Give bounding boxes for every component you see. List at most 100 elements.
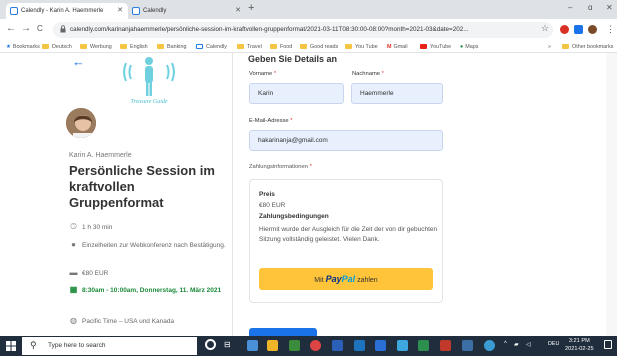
- bookmark-maps[interactable]: ● Maps: [460, 42, 478, 52]
- search-icon: ⚲: [30, 340, 37, 350]
- email-label: E-Mail-Adresse *: [249, 118, 293, 124]
- bookmark-banking[interactable]: Banking: [157, 42, 186, 52]
- bookmark-calendly[interactable]: Calendly: [196, 42, 227, 52]
- calendly-favicon-icon: [10, 7, 18, 15]
- maximize-button[interactable]: ɑ: [588, 3, 592, 12]
- taskbar-app-icon[interactable]: [332, 340, 343, 351]
- folder-icon: [270, 44, 277, 49]
- bookmark-you-tube[interactable]: You Tube: [345, 42, 378, 52]
- folder-icon: [562, 44, 569, 49]
- taskbar-app-icon[interactable]: [440, 340, 451, 351]
- taskbar-clock[interactable]: 3:21 PM 2021-02-25: [565, 337, 594, 353]
- tab-calendly-karin[interactable]: Calendly - Karin A. Haemmerle ✕: [6, 3, 128, 19]
- back-button[interactable]: ←: [6, 23, 16, 34]
- forward-button[interactable]: →: [21, 23, 31, 34]
- cortana-icon[interactable]: [205, 339, 216, 350]
- globe-icon: ◍: [70, 316, 77, 325]
- taskbar-app-icon[interactable]: [462, 340, 473, 351]
- chrome-icon[interactable]: [310, 340, 321, 351]
- word-icon[interactable]: [375, 340, 386, 351]
- last-name-label: Nachname *: [352, 71, 384, 77]
- event-datetime: ▦ 8:30am - 10:00am, Donnerstag, 11. März …: [69, 285, 222, 294]
- last-name-input[interactable]: Haemmerle: [351, 83, 443, 104]
- maps-pin-icon: ●: [460, 44, 464, 50]
- taskbar-app-icon[interactable]: [289, 340, 300, 351]
- payment-info-label: Zahlungsinformationen *: [249, 164, 312, 170]
- event-conference: ● Einzelheiten zur Webkonferenz nach Best…: [69, 240, 229, 251]
- skype-icon[interactable]: [484, 340, 495, 351]
- close-tab-icon[interactable]: ✕: [235, 3, 241, 19]
- event-duration: 🕓︎ 1 h 30 min: [70, 222, 113, 231]
- first-name-input[interactable]: Karin: [249, 83, 344, 104]
- bookmark-deutsch[interactable]: Deutsch: [42, 42, 72, 52]
- profile-avatar-icon[interactable]: [588, 25, 597, 34]
- taskbar-app-icon[interactable]: [247, 340, 258, 351]
- notifications-icon[interactable]: [604, 340, 612, 349]
- price-label: Preis: [259, 191, 275, 198]
- taskbar-app-icon[interactable]: [354, 340, 365, 351]
- speaker-icon[interactable]: ◁: [526, 341, 531, 348]
- folder-icon: [80, 44, 87, 49]
- tray-chevron-icon[interactable]: ^: [504, 341, 507, 347]
- paypal-pay-button[interactable]: Mit PayPal zahlen: [259, 268, 433, 290]
- logo-caption: Treasure Guide: [130, 99, 168, 105]
- new-tab-button[interactable]: +: [248, 2, 254, 14]
- event-title: Persönliche Session im kraftvollen Grupp…: [69, 163, 215, 210]
- price-value: €80 EUR: [259, 202, 286, 209]
- bookmarks-overflow-button[interactable]: »: [548, 42, 551, 52]
- video-conference-icon: ●: [71, 240, 76, 249]
- bookmark-good-reads[interactable]: Good reads: [300, 42, 338, 52]
- bookmark-star-icon[interactable]: ☆: [541, 23, 549, 34]
- first-name-label: Vorname *: [249, 71, 277, 77]
- paypal-logo-icon: PayPal: [325, 274, 356, 284]
- close-tab-icon[interactable]: ✕: [117, 3, 123, 19]
- back-arrow-icon[interactable]: ←: [72, 54, 85, 69]
- file-explorer-icon[interactable]: [267, 340, 278, 351]
- bookmark-werbung[interactable]: Werbung: [80, 42, 112, 52]
- close-window-button[interactable]: ✕: [606, 3, 613, 12]
- menu-kebab-icon[interactable]: ⋮: [606, 24, 615, 35]
- bookmark-bookmarks[interactable]: ★ Bookmarks: [6, 42, 40, 52]
- form-heading: Geben Sie Details an: [248, 54, 338, 64]
- tab-label: Calendly - Karin A. Haemmerle: [21, 8, 104, 14]
- payment-card-icon: ▬: [69, 268, 78, 277]
- calendly-favicon-icon: [196, 44, 203, 49]
- clock-icon: 🕓︎: [70, 222, 77, 231]
- windows-start-icon[interactable]: [6, 341, 16, 351]
- youtube-icon: [420, 44, 427, 49]
- language-indicator[interactable]: DEU: [548, 341, 559, 347]
- url-text[interactable]: calendly.com/karinanjahaemmerle/persönli…: [70, 26, 468, 33]
- excel-icon[interactable]: [418, 340, 429, 351]
- extension-red-icon[interactable]: [560, 25, 569, 34]
- calendly-favicon-icon: [132, 7, 140, 15]
- event-timezone: ◍ Pacific Time – USA und Kanada: [70, 316, 175, 325]
- page-scrollbar[interactable]: [606, 53, 617, 336]
- host-avatar: [64, 106, 98, 140]
- bookmark-travel[interactable]: Travel: [237, 42, 262, 52]
- folder-icon: [157, 44, 164, 49]
- taskbar-app-icon[interactable]: [397, 340, 408, 351]
- folder-icon: [237, 44, 244, 49]
- folder-icon: [300, 44, 307, 49]
- email-input[interactable]: hakarinanja@gmail.com: [249, 130, 443, 151]
- star-icon: ★: [6, 44, 11, 50]
- tab-label: Calendly: [143, 8, 167, 14]
- schedule-event-button[interactable]: [249, 328, 317, 336]
- bookmark-food[interactable]: Food: [270, 42, 292, 52]
- task-view-icon[interactable]: ⊟: [224, 340, 231, 349]
- extension-blue-icon[interactable]: [574, 25, 583, 34]
- terms-label: Zahlungsbedingungen: [259, 213, 329, 220]
- folder-icon: [42, 44, 49, 49]
- bookmark-youtube[interactable]: YouTube: [420, 42, 451, 52]
- bookmark-english[interactable]: English: [120, 42, 148, 52]
- network-icon[interactable]: ▰: [514, 341, 519, 348]
- minimize-button[interactable]: –: [568, 3, 572, 12]
- taskbar-search-placeholder: Type here to search: [48, 342, 106, 349]
- folder-icon: [120, 44, 127, 49]
- tab-calendly[interactable]: Calendly ✕: [128, 3, 246, 19]
- bookmark-gmail[interactable]: M Gmail: [387, 42, 408, 52]
- reload-button[interactable]: C: [37, 24, 43, 33]
- other-bookmarks[interactable]: Other bookmarks: [562, 42, 613, 52]
- calendar-icon: ▦: [69, 285, 78, 294]
- folder-icon: [345, 44, 352, 49]
